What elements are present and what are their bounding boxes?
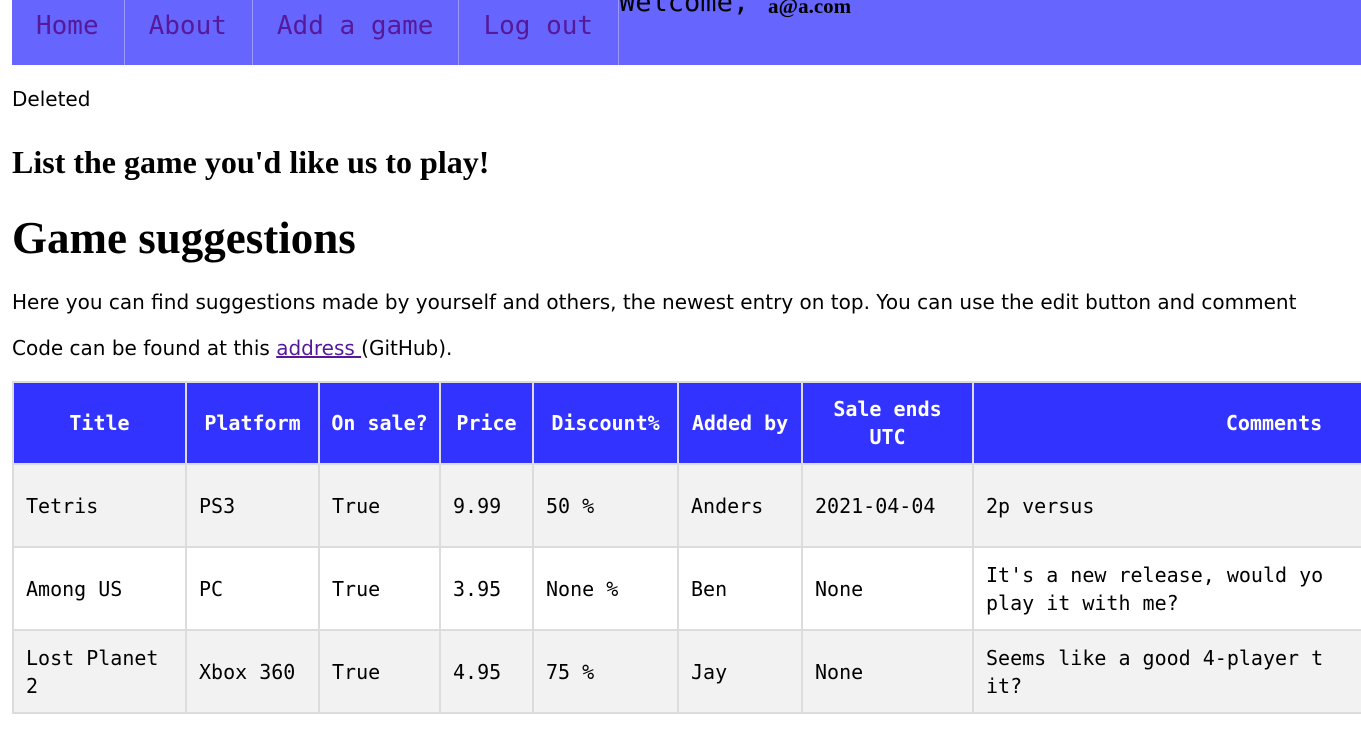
cell-title: Among US bbox=[14, 548, 185, 629]
column-header-platform: Platform bbox=[187, 383, 318, 463]
comment-line: Seems like a good 4-player t bbox=[986, 645, 1324, 670]
page-title: Game suggestions bbox=[12, 213, 356, 263]
cell-on-sale: True bbox=[320, 465, 439, 546]
nav-home-link[interactable]: Home bbox=[12, 0, 125, 65]
code-paragraph: Code can be found at this address (GitHu… bbox=[12, 335, 452, 361]
github-address-link[interactable]: address bbox=[276, 336, 361, 360]
welcome-label: Welcome, bbox=[619, 0, 750, 18]
column-header-title: Title bbox=[14, 383, 185, 463]
column-header-price: Price bbox=[441, 383, 532, 463]
cell-added-by: Anders bbox=[679, 465, 801, 546]
cell-added-by: Ben bbox=[679, 548, 801, 629]
flash-message: Deleted bbox=[12, 87, 91, 111]
column-header-on-sale: On sale? bbox=[320, 383, 439, 463]
cell-price: 3.95 bbox=[441, 548, 532, 629]
cell-discount: 50 % bbox=[534, 465, 677, 546]
comment-line: 2p versus bbox=[986, 493, 1095, 518]
cell-price: 4.95 bbox=[441, 631, 532, 712]
list-game-heading: List the game you'd like us to play! bbox=[12, 144, 490, 180]
cell-added-by: Jay bbox=[679, 631, 801, 712]
nav-logout-link[interactable]: Log out bbox=[459, 0, 620, 65]
cell-sale-ends: None bbox=[803, 548, 972, 629]
top-nav: Home About Add a game Log out Welcome, a… bbox=[12, 0, 1361, 65]
column-header-comments: Comments bbox=[974, 383, 1361, 463]
nav-about-link[interactable]: About bbox=[125, 0, 253, 65]
intro-paragraph: Here you can find suggestions made by yo… bbox=[12, 290, 1297, 314]
cell-platform: PS3 bbox=[187, 465, 318, 546]
cell-platform: Xbox 360 bbox=[187, 631, 318, 712]
column-header-added-by: Added by bbox=[679, 383, 801, 463]
cell-on-sale: True bbox=[320, 631, 439, 712]
cell-platform: PC bbox=[187, 548, 318, 629]
code-prefix: Code can be found at this bbox=[12, 336, 277, 360]
cell-comment: Seems like a good 4-player t it? bbox=[974, 631, 1361, 712]
cell-comment: It's a new release, would yo play it with… bbox=[974, 548, 1361, 629]
suggestions-table-container: Title Platform On sale? Price Discount% … bbox=[12, 381, 1361, 717]
comment-line: It's a new release, would yo bbox=[986, 562, 1324, 587]
table-row: Among US PC True 3.95 None % Ben None It… bbox=[14, 548, 1361, 629]
welcome-email: a@a.com bbox=[768, 0, 852, 18]
column-header-sale-ends: Sale ends UTC bbox=[803, 383, 972, 463]
cell-title: Lost Planet 2 bbox=[14, 631, 185, 712]
table-row: Tetris PS3 True 9.99 50 % Anders 2021-04… bbox=[14, 465, 1361, 546]
suggestions-table: Title Platform On sale? Price Discount% … bbox=[12, 381, 1361, 714]
nav-add-game-link[interactable]: Add a game bbox=[253, 0, 460, 65]
column-header-discount: Discount% bbox=[534, 383, 677, 463]
table-row: Lost Planet 2 Xbox 360 True 4.95 75 % Ja… bbox=[14, 631, 1361, 712]
cell-on-sale: True bbox=[320, 548, 439, 629]
cell-discount: None % bbox=[534, 548, 677, 629]
cell-comment: 2p versus bbox=[974, 465, 1361, 546]
code-suffix: (GitHub). bbox=[361, 336, 453, 360]
cell-title: Tetris bbox=[14, 465, 185, 546]
cell-sale-ends: None bbox=[803, 631, 972, 712]
cell-sale-ends: 2021-04-04 bbox=[803, 465, 972, 546]
cell-price: 9.99 bbox=[441, 465, 532, 546]
table-header-row: Title Platform On sale? Price Discount% … bbox=[14, 383, 1361, 463]
cell-discount: 75 % bbox=[534, 631, 677, 712]
comment-line: play it with me? bbox=[986, 590, 1179, 615]
comment-line: it? bbox=[986, 673, 1023, 698]
